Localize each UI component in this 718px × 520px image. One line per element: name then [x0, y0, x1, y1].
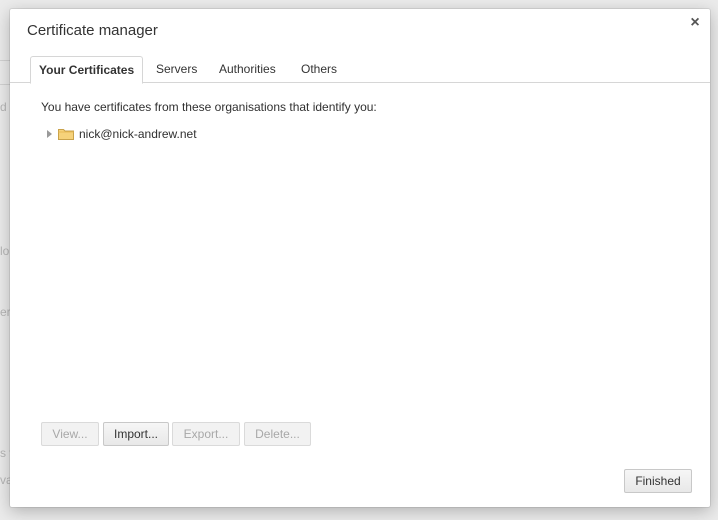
tab-authorities[interactable]: Authorities: [211, 56, 284, 82]
tab-your-certificates[interactable]: Your Certificates: [30, 56, 144, 84]
tree-item-label: nick@nick-andrew.net: [79, 127, 197, 141]
background-text: lo: [0, 244, 10, 258]
description-text: You have certificates from these organis…: [41, 100, 377, 114]
tab-servers[interactable]: Servers: [148, 56, 205, 82]
background-text: d: [0, 100, 7, 114]
import-button[interactable]: Import...: [103, 422, 169, 446]
tab-others[interactable]: Others: [293, 56, 345, 82]
background-text: va: [0, 473, 10, 487]
expand-triangle-icon[interactable]: [47, 130, 52, 138]
delete-button[interactable]: Delete...: [244, 422, 311, 446]
tab-bar: Your Certificates Servers Authorities Ot…: [10, 56, 710, 84]
certificate-manager-dialog: Certificate manager × Your Certificates …: [10, 9, 710, 507]
background-text: ers: [0, 305, 10, 319]
dialog-title: Certificate manager: [27, 22, 158, 39]
background-text: s v: [0, 446, 10, 460]
close-icon[interactable]: ×: [688, 15, 702, 31]
tree-item-organisation[interactable]: nick@nick-andrew.net: [47, 125, 197, 143]
export-button[interactable]: Export...: [172, 422, 240, 446]
view-button[interactable]: View...: [41, 422, 99, 446]
folder-icon: [58, 129, 74, 140]
finished-button[interactable]: Finished: [624, 469, 692, 493]
